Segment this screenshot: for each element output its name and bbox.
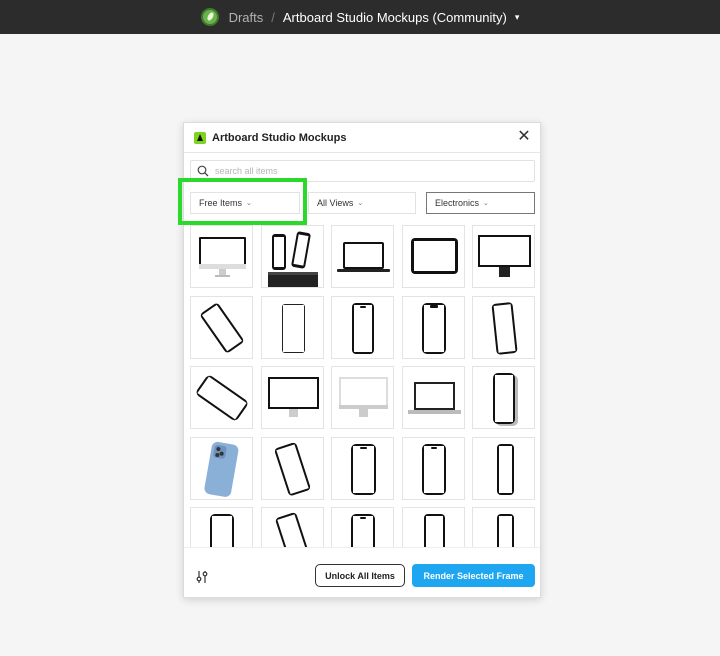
breadcrumb-separator: /	[271, 9, 275, 25]
mockup-tile-phone-tilted-right[interactable]	[260, 436, 324, 500]
mockup-tile-phones-on-stand[interactable]	[260, 225, 324, 288]
close-icon[interactable]: ✕	[516, 129, 532, 145]
laptop-silver-thumbnail	[407, 382, 461, 414]
mockup-tile-phone-tilted-left[interactable]	[190, 295, 253, 359]
mockup-tile-desktop-monitor[interactable]	[260, 366, 324, 429]
phone-front-thin-thumbnail	[281, 303, 305, 353]
phone-side-partial-thumbnail	[497, 514, 514, 547]
mockup-tile-phone-front-partial[interactable]	[190, 507, 253, 547]
desktop-monitor-front-thumbnail	[199, 237, 246, 277]
mockup-tile-laptop-silver[interactable]	[401, 366, 465, 429]
tablet-landscape-thumbnail	[410, 238, 458, 274]
phone-tilted-left-thumbnail	[200, 303, 244, 352]
search-icon	[197, 165, 209, 177]
mockup-grid	[190, 225, 535, 547]
phone-side-angle-thumbnail	[497, 443, 514, 495]
mockup-tile-phone-front-dynamic-2[interactable]	[401, 436, 465, 500]
render-selected-frame-button[interactable]: Render Selected Frame	[412, 564, 535, 587]
phone-front-dynamic-2-thumbnail	[421, 443, 446, 495]
phone-tilted-partial-thumbnail	[275, 512, 313, 547]
panel-footer: Unlock All Items Render Selected Frame	[184, 547, 540, 597]
phone-back-blue-thumbnail	[204, 441, 239, 497]
file-title[interactable]: Artboard Studio Mockups (Community)	[283, 10, 507, 25]
display-on-stand-thumbnail	[478, 235, 531, 277]
artboard-studio-icon	[194, 131, 206, 144]
mockup-tile-desktop-monitor-silver[interactable]	[331, 366, 394, 429]
mockup-tile-phone-front-thin[interactable]	[260, 295, 324, 359]
mockup-tile-phone-tilted-partial[interactable]	[260, 507, 324, 547]
dropdown-label: All Views	[317, 198, 354, 208]
unlock-all-items-button[interactable]: Unlock All Items	[315, 564, 405, 587]
dropdown-label: Free Items	[199, 198, 243, 208]
breadcrumb-drafts[interactable]: Drafts	[229, 10, 264, 25]
mockup-tile-phone-front-notch[interactable]	[401, 295, 465, 359]
plugin-panel: Artboard Studio Mockups ✕ Free Items ⌄ A…	[183, 122, 541, 598]
desktop-monitor-silver-thumbnail	[339, 377, 388, 417]
top-bar: Drafts / Artboard Studio Mockups (Commun…	[0, 0, 720, 34]
filter-views-dropdown[interactable]: All Views ⌄	[308, 192, 416, 214]
chevron-down-icon: ⌄	[357, 200, 364, 207]
leaf-logo-icon	[200, 8, 219, 26]
phone-angled-right-thumbnail	[491, 301, 518, 355]
phones-on-stand-thumbnail	[267, 231, 318, 287]
search-input[interactable]	[215, 166, 515, 176]
mockup-tile-display-on-stand[interactable]	[472, 225, 535, 288]
phone-tilted-right-thumbnail	[274, 442, 310, 495]
mockup-tile-phone-front-dynamic[interactable]	[331, 436, 394, 500]
filter-free-items-dropdown[interactable]: Free Items ⌄	[190, 192, 300, 214]
mockup-tile-phone-front-partial-3[interactable]	[401, 507, 465, 547]
search-box[interactable]	[190, 160, 535, 182]
filter-category-dropdown[interactable]: Electronics ⌄	[426, 192, 535, 214]
mockup-tile-laptop-front[interactable]	[331, 225, 394, 288]
mockup-tile-phone-front-shadow[interactable]	[472, 366, 535, 429]
dropdown-label: Electronics	[435, 198, 480, 208]
chevron-down-icon[interactable]: ▾	[515, 12, 520, 23]
mockup-tile-phone-side-angle[interactable]	[472, 436, 535, 500]
panel-title: Artboard Studio Mockups	[212, 131, 347, 144]
mockup-tile-phone-back-blue[interactable]	[190, 436, 253, 500]
mockup-tile-phone-front-partial-2[interactable]	[331, 507, 394, 547]
chevron-down-icon: ⌄	[246, 200, 252, 207]
mockup-tile-phone-front[interactable]	[331, 295, 394, 359]
phone-front-partial-2-thumbnail	[351, 514, 375, 547]
phone-front-thumbnail	[352, 302, 374, 354]
phone-front-shadow-thumbnail	[493, 373, 518, 426]
mockup-tile-desktop-monitor-front[interactable]	[190, 225, 253, 288]
chevron-down-icon: ⌄	[483, 200, 489, 207]
mockup-tile-phone-side-partial[interactable]	[472, 507, 535, 547]
phone-front-partial-thumbnail	[210, 514, 234, 547]
phone-front-partial-3-thumbnail	[423, 514, 445, 547]
mockup-tile-phone-tilted-landscape[interactable]	[190, 366, 253, 429]
phone-tilted-landscape-thumbnail	[196, 375, 248, 421]
phone-front-dynamic-thumbnail	[351, 443, 376, 495]
panel-header: Artboard Studio Mockups ✕	[184, 123, 540, 153]
phone-front-notch-thumbnail	[421, 302, 446, 354]
desktop-monitor-thumbnail	[267, 377, 319, 417]
sliders-icon[interactable]	[196, 570, 208, 584]
laptop-front-thumbnail	[337, 242, 390, 272]
mockup-tile-tablet-landscape[interactable]	[401, 225, 465, 288]
mockup-tile-phone-angled-right[interactable]	[472, 295, 535, 359]
